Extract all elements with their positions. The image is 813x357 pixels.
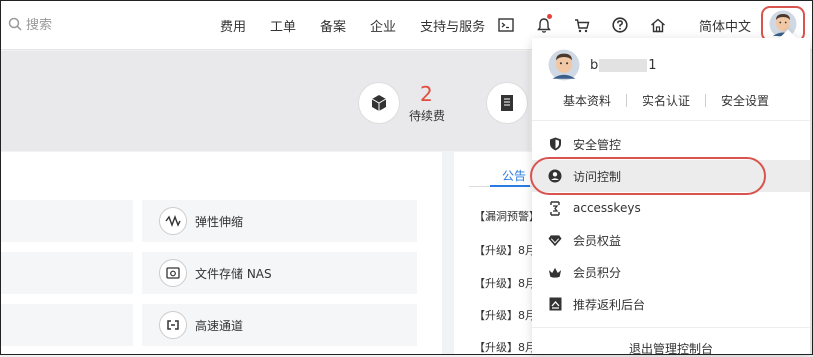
- menu-item-label: 推荐返利后台: [573, 297, 646, 312]
- access-control-highlight-ring: [530, 157, 766, 195]
- dropdown-user-info: b 1: [548, 49, 657, 81]
- notice-item[interactable]: 【升级】8月: [474, 339, 536, 355]
- menu-item-member-benefits[interactable]: 会员权益: [532, 224, 810, 256]
- nav-item-enterprise[interactable]: 企业: [358, 16, 408, 35]
- express-connect-icon: [159, 311, 187, 339]
- menu-item-accesskeys[interactable]: accesskeys: [532, 192, 810, 224]
- service-card-auto-scaling[interactable]: 弹性伸缩: [142, 200, 417, 242]
- service-card-nas[interactable]: 文件存储 NAS: [142, 252, 417, 294]
- bell-icon: [537, 17, 551, 33]
- search-placeholder: 搜索: [26, 18, 53, 33]
- box-icon: [371, 95, 387, 111]
- rebate-icon: [548, 297, 562, 311]
- avatar-icon: [548, 49, 580, 81]
- renewal-label: 待续费: [409, 109, 446, 123]
- notice-item[interactable]: 【升级】8月: [474, 275, 536, 291]
- nav-item-billing[interactable]: 费用: [208, 16, 258, 35]
- notice-item[interactable]: 【漏洞预警】: [474, 208, 540, 224]
- link-basic-profile[interactable]: 基本资料: [548, 92, 626, 109]
- renewal-count[interactable]: 2: [420, 82, 433, 106]
- dropdown-quick-links: 基本资料 实名认证 安全设置: [548, 92, 784, 109]
- menu-item-label: 会员权益: [573, 233, 622, 248]
- search-box[interactable]: 搜索: [8, 14, 52, 33]
- terminal-icon: [498, 18, 514, 32]
- top-nav: 费用 工单 备案 企业 支持与服务: [208, 0, 497, 50]
- notice-item[interactable]: 【升级】8月: [474, 242, 536, 258]
- service-card-blank[interactable]: [0, 252, 133, 294]
- help-icon: [612, 17, 628, 33]
- service-label: 弹性伸缩: [195, 214, 244, 229]
- link-real-name-auth[interactable]: 实名认证: [627, 92, 705, 109]
- home-icon: [651, 18, 665, 32]
- menu-item-label: accesskeys: [573, 201, 641, 215]
- terminal-button[interactable]: [487, 0, 525, 50]
- notice-item[interactable]: 【升级】8月: [474, 307, 536, 323]
- search-icon: [8, 17, 22, 31]
- dropdown-divider: [532, 120, 810, 121]
- diamond-icon: [548, 233, 562, 247]
- logout-button[interactable]: 退出管理控制台: [532, 340, 810, 357]
- username-end: 1: [648, 57, 657, 73]
- nas-icon: [159, 259, 187, 287]
- nav-item-support[interactable]: 支持与服务: [408, 16, 497, 35]
- menu-item-referral-rebate[interactable]: 推荐返利后台: [532, 288, 810, 320]
- tab-active-indicator: [490, 185, 530, 187]
- overview-banner: [0, 51, 530, 151]
- notification-dot: [547, 14, 552, 19]
- language-switch[interactable]: 简体中文: [699, 16, 751, 35]
- shield-icon: [548, 137, 562, 151]
- renewal-stat-circle[interactable]: [358, 82, 400, 124]
- nav-item-tickets[interactable]: 工单: [258, 16, 308, 35]
- link-security-settings[interactable]: 安全设置: [706, 92, 784, 109]
- orders-stat-circle[interactable]: [486, 82, 528, 124]
- dropdown-divider: [532, 327, 810, 328]
- username-start: b: [590, 57, 599, 73]
- service-card-express-connect[interactable]: 高速通道: [142, 304, 417, 346]
- menu-item-label: 安全管控: [573, 137, 622, 152]
- menu-item-security-control[interactable]: 安全管控: [532, 128, 810, 160]
- menu-item-member-points[interactable]: 会员积分: [532, 256, 810, 288]
- crown-icon: [548, 265, 562, 279]
- service-label: 高速通道: [195, 318, 244, 333]
- document-icon: [501, 95, 513, 111]
- service-card-blank[interactable]: [0, 200, 133, 242]
- service-card-blank[interactable]: [0, 304, 133, 346]
- username: b 1: [590, 58, 657, 73]
- cart-icon: [575, 18, 590, 32]
- menu-item-label: 会员积分: [573, 265, 622, 280]
- username-redaction: [599, 58, 648, 72]
- key-icon: [548, 200, 562, 216]
- service-label: 文件存储 NAS: [195, 266, 272, 281]
- tab-notices[interactable]: 公告: [502, 167, 526, 184]
- nav-item-icp[interactable]: 备案: [308, 16, 358, 35]
- scaling-icon: [159, 207, 187, 235]
